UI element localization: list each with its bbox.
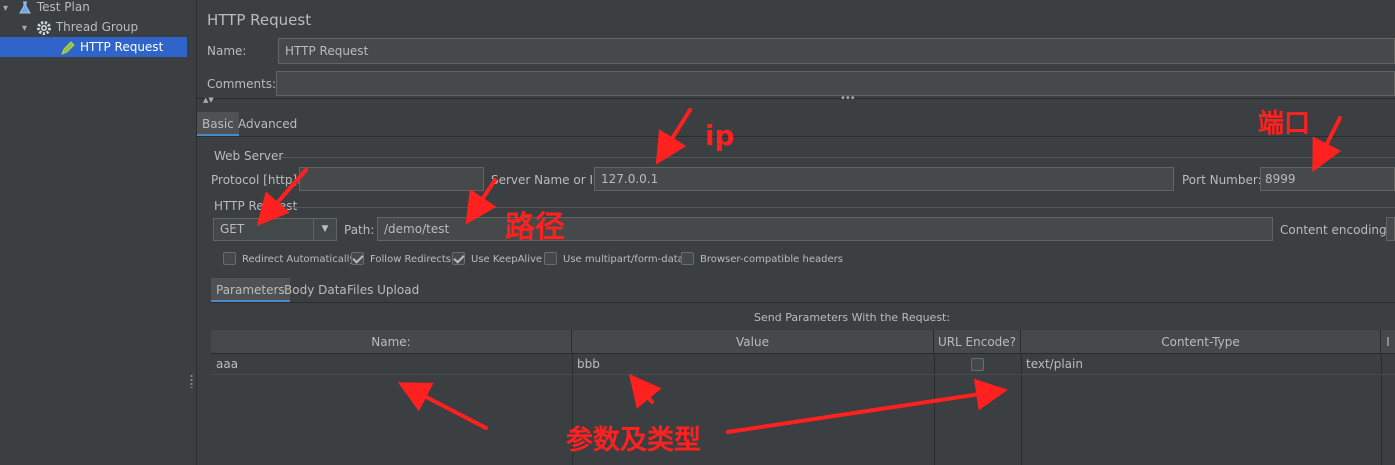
parameters-table: Name: Value URL Encode? Content-Type I a…: [211, 330, 1395, 465]
column-header-content-type[interactable]: Content-Type: [1021, 330, 1381, 354]
drag-handle-icon[interactable]: •••: [840, 93, 856, 104]
annotation-ip: ip: [705, 119, 735, 152]
protocol-label: Protocol [http]:: [211, 173, 302, 187]
port-field[interactable]: 8999: [1260, 167, 1395, 191]
name-label: Name:: [207, 44, 247, 58]
column-header-name[interactable]: Name:: [211, 330, 572, 354]
chevron-down-icon[interactable]: ▾: [3, 0, 13, 19]
use-keepalive-label: Use KeepAlive: [471, 254, 543, 265]
subtab-divider: [211, 302, 1395, 303]
table-row[interactable]: aaa bbb text/plain: [211, 354, 1395, 375]
column-header-extra[interactable]: I: [1381, 330, 1395, 354]
cell-name[interactable]: aaa: [211, 354, 572, 374]
http-request-section-title: HTTP Request: [214, 199, 298, 213]
annotation-path: 路径: [505, 210, 565, 245]
splitter-handle[interactable]: [187, 0, 197, 465]
tab-advanced[interactable]: Advanced: [233, 112, 302, 136]
comments-field[interactable]: [276, 71, 1395, 96]
comments-label: Comments:: [207, 77, 277, 91]
web-server-title: Web Server: [214, 149, 284, 163]
column-header-value[interactable]: Value: [572, 330, 934, 354]
method-select[interactable]: GET ▼: [213, 218, 337, 241]
chevron-down-icon[interactable]: ▼: [313, 219, 336, 240]
follow-redirects-checkbox[interactable]: [351, 252, 364, 265]
tree-item-test-plan[interactable]: ▾ Test Plan: [3, 0, 90, 17]
encoding-field[interactable]: [1386, 217, 1395, 241]
url-encode-checkbox[interactable]: [971, 358, 984, 371]
web-server-divider: [281, 157, 1395, 158]
test-plan-tree: ▾ Test Plan ▾ Thread Group HTTP Request: [0, 0, 187, 465]
tree-item-http-request[interactable]: HTTP Request: [0, 37, 187, 57]
tab-body-data[interactable]: Body Data: [279, 278, 352, 302]
pencil-icon: [60, 40, 76, 56]
column-header-url-encode[interactable]: URL Encode?: [934, 330, 1021, 354]
tab-divider: [197, 136, 1395, 137]
page-title: HTTP Request: [207, 11, 312, 29]
tree-item-label: Thread Group: [55, 20, 139, 34]
tree-item-label: HTTP Request: [80, 40, 164, 54]
cell-value[interactable]: bbb: [572, 354, 934, 374]
browser-compatible-checkbox[interactable]: [681, 252, 694, 265]
tab-files-upload[interactable]: Files Upload: [342, 278, 424, 302]
port-label: Port Number:: [1182, 173, 1262, 187]
annotation-port: 端口: [1258, 109, 1311, 139]
server-field[interactable]: 127.0.0.1: [594, 167, 1174, 191]
encoding-label: Content encoding:: [1280, 223, 1391, 237]
redirect-automatically-checkbox[interactable]: [223, 252, 236, 265]
params-caption: Send Parameters With the Request:: [754, 311, 951, 324]
use-multipart-checkbox[interactable]: [544, 252, 557, 265]
tab-parameters[interactable]: Parameters: [211, 278, 290, 302]
collapse-bar[interactable]: ▲▼ •••: [197, 93, 1395, 109]
path-label: Path:: [344, 223, 375, 237]
flask-icon: [17, 0, 33, 16]
name-field[interactable]: HTTP Request: [278, 38, 1395, 64]
chevron-down-icon[interactable]: ▾: [22, 19, 32, 39]
server-label: Server Name or IP:: [491, 173, 605, 187]
cell-content-type[interactable]: text/plain: [1021, 354, 1381, 374]
http-request-panel: HTTP Request Name: HTTP Request Comments…: [197, 0, 1395, 465]
tree-item-label: Test Plan: [36, 0, 90, 14]
collapse-arrows-icon[interactable]: ▲▼: [203, 96, 214, 104]
use-multipart-label: Use multipart/form-data: [563, 254, 684, 265]
use-keepalive-checkbox[interactable]: [452, 252, 465, 265]
annotation-params: 参数及类型: [566, 425, 701, 456]
browser-compatible-label: Browser-compatible headers: [700, 254, 843, 265]
redirect-automatically-label: Redirect Automatically: [242, 254, 356, 265]
grip-icon: [190, 374, 193, 388]
method-value: GET: [220, 222, 245, 236]
tree-item-thread-group[interactable]: ▾ Thread Group: [22, 17, 138, 37]
protocol-field[interactable]: [299, 167, 484, 191]
http-request-divider: [291, 207, 1395, 208]
follow-redirects-label: Follow Redirects: [370, 254, 451, 265]
gear-icon: [36, 20, 52, 36]
